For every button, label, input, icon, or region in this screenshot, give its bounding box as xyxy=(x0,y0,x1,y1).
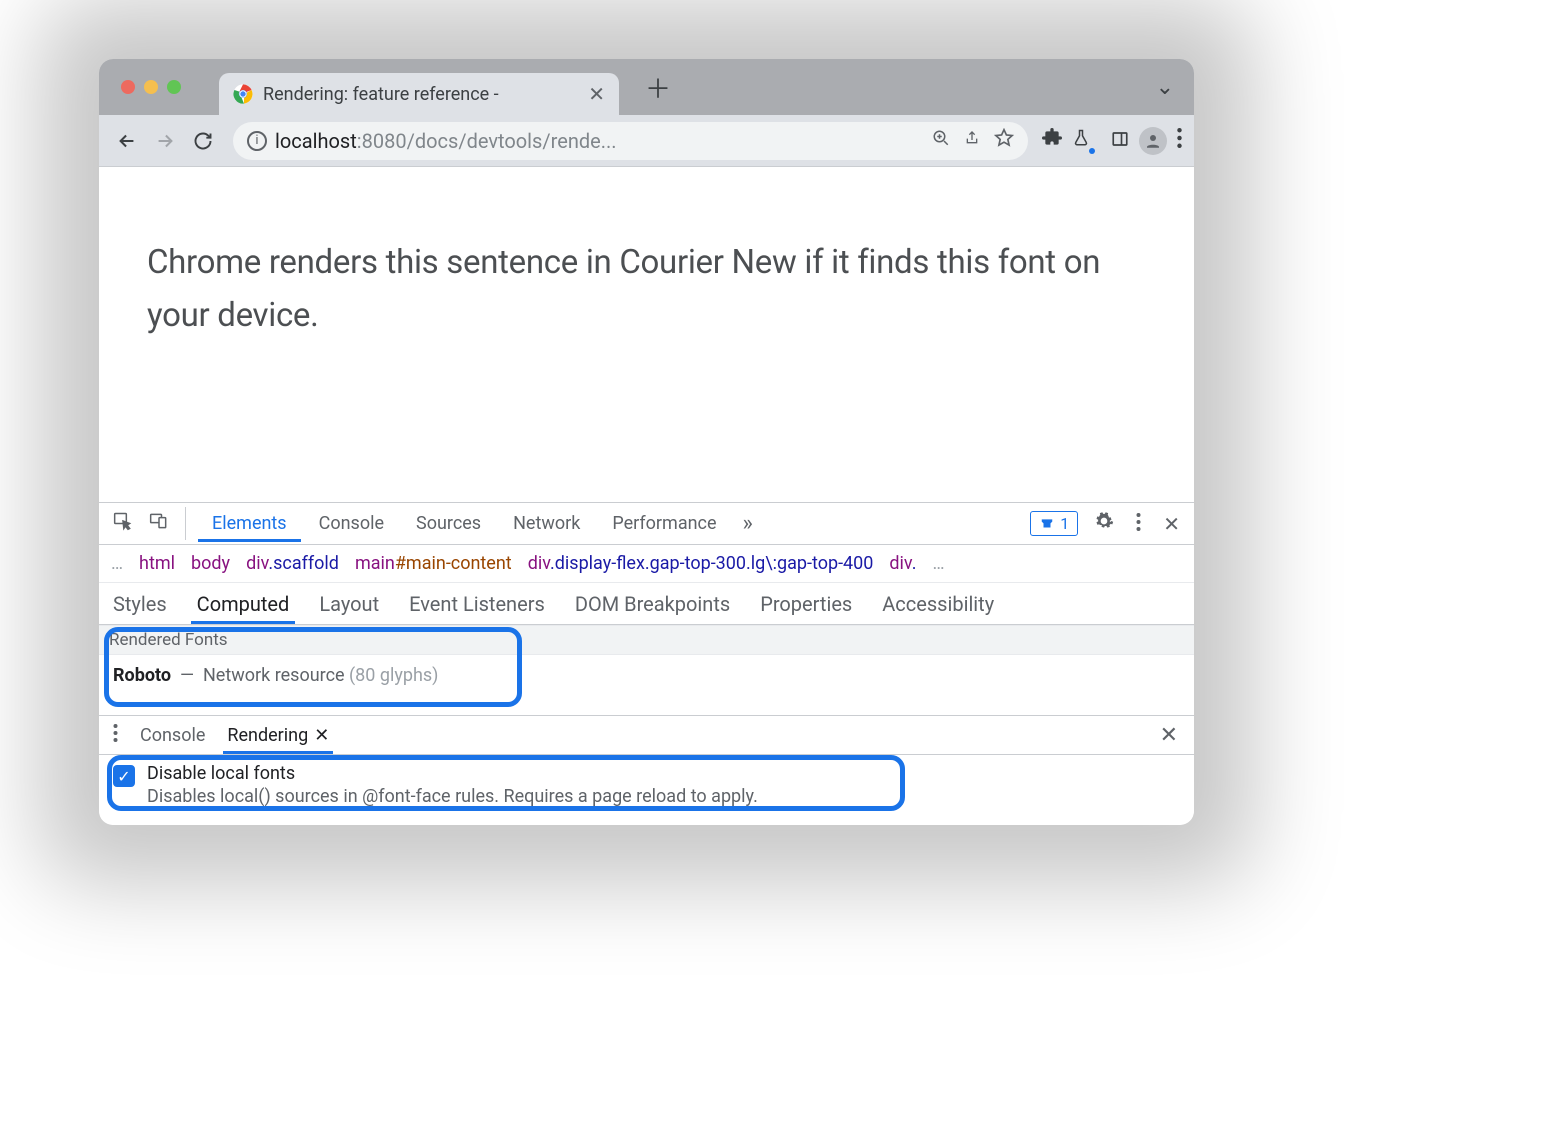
forward-button[interactable] xyxy=(149,125,181,157)
window-minimize-button[interactable] xyxy=(144,80,158,94)
inspect-icon[interactable] xyxy=(107,507,139,540)
new-tab-button[interactable]: ＋ xyxy=(645,69,671,106)
elements-side-tabs: Styles Computed Layout Event Listeners D… xyxy=(99,583,1194,625)
devtools-panel: Elements Console Sources Network Perform… xyxy=(99,502,1194,825)
disable-local-fonts-label: Disable local fonts xyxy=(147,763,758,784)
breadcrumb-item[interactable]: div. xyxy=(889,553,916,574)
drawer-menu-icon[interactable] xyxy=(109,724,122,747)
drawer-tab-rendering[interactable]: Rendering ✕ xyxy=(223,717,333,754)
page-viewport: Chrome renders this sentence in Courier … xyxy=(99,167,1194,502)
font-glyphs: (80 glyphs) xyxy=(349,665,438,686)
side-panel-icon[interactable] xyxy=(1111,129,1129,153)
bookmark-star-icon[interactable] xyxy=(994,128,1014,153)
tab-title: Rendering: feature reference - xyxy=(263,84,574,105)
browser-tab[interactable]: Rendering: feature reference - ✕ xyxy=(219,73,619,115)
site-info-icon[interactable]: i xyxy=(247,131,267,151)
browser-window: Rendering: feature reference - ✕ ＋ ⌄ i l… xyxy=(99,59,1194,825)
breadcrumb-item[interactable]: div.scaffold xyxy=(246,553,339,574)
extensions-icon[interactable] xyxy=(1042,128,1062,153)
labs-icon[interactable] xyxy=(1072,128,1101,153)
chrome-menu-icon[interactable] xyxy=(1177,128,1182,153)
rendered-fonts-header: Rendered Fonts xyxy=(99,625,1194,655)
side-tab-styles[interactable]: Styles xyxy=(107,584,173,624)
side-tab-dom-breakpoints[interactable]: DOM Breakpoints xyxy=(569,584,736,624)
devtools-tab-console[interactable]: Console xyxy=(305,505,398,542)
devtools-tab-performance[interactable]: Performance xyxy=(598,505,730,542)
drawer-tab-console[interactable]: Console xyxy=(136,717,209,754)
dom-breadcrumb[interactable]: … html body div.scaffold main#main-conte… xyxy=(99,545,1194,583)
disable-local-fonts-desc: Disables local() sources in @font-face r… xyxy=(147,786,758,807)
devtools-more-tabs-icon[interactable]: » xyxy=(735,511,761,536)
window-controls xyxy=(99,80,181,94)
drawer-tab-bar: Console Rendering ✕ ✕ xyxy=(99,715,1194,755)
address-bar[interactable]: i localhost:8080/docs/devtools/rende... xyxy=(233,122,1028,160)
devtools-tab-network[interactable]: Network xyxy=(499,505,594,542)
side-tab-properties[interactable]: Properties xyxy=(754,584,858,624)
url-text: localhost:8080/docs/devtools/rende... xyxy=(275,129,924,153)
toolbar-right xyxy=(1042,127,1182,155)
side-tab-event-listeners[interactable]: Event Listeners xyxy=(403,584,551,624)
omnibox-actions xyxy=(932,128,1020,153)
share-icon[interactable] xyxy=(964,129,980,152)
window-maximize-button[interactable] xyxy=(167,80,181,94)
drawer-tab-close-icon[interactable]: ✕ xyxy=(314,725,329,746)
breadcrumb-item[interactable]: main#main-content xyxy=(355,553,512,574)
breadcrumb-item[interactable]: html xyxy=(139,553,175,574)
disable-local-fonts-checkbox[interactable]: ✓ xyxy=(113,765,135,787)
breadcrumb-item[interactable]: body xyxy=(191,553,230,574)
rendered-fonts-entry: Roboto — Network resource (80 glyphs) xyxy=(99,655,1194,696)
devtools-close-icon[interactable]: ✕ xyxy=(1157,512,1186,536)
breadcrumb-ellipsis-right[interactable]: … xyxy=(932,553,944,574)
font-name: Roboto xyxy=(113,665,171,686)
devtools-tab-elements[interactable]: Elements xyxy=(198,505,301,542)
side-tab-computed[interactable]: Computed xyxy=(191,584,296,624)
tabs-dropdown-icon[interactable]: ⌄ xyxy=(1156,75,1174,100)
tab-strip: Rendering: feature reference - ✕ ＋ ⌄ xyxy=(99,59,1194,115)
profile-avatar[interactable] xyxy=(1139,127,1167,155)
zoom-icon[interactable] xyxy=(932,129,950,152)
window-close-button[interactable] xyxy=(121,80,135,94)
devtools-tab-sources[interactable]: Sources xyxy=(402,505,495,542)
breadcrumb-ellipsis-left[interactable]: … xyxy=(111,553,123,574)
rendered-fonts-section: Rendered Fonts Roboto — Network resource… xyxy=(99,625,1194,715)
chrome-favicon-icon xyxy=(233,84,253,104)
side-tab-layout[interactable]: Layout xyxy=(313,584,385,624)
breadcrumb-item[interactable]: div.display-flex.gap-top-300.lg\:gap-top… xyxy=(528,553,874,574)
tab-close-button[interactable]: ✕ xyxy=(584,82,609,106)
font-source: Network resource xyxy=(203,665,345,686)
reload-button[interactable] xyxy=(187,125,219,157)
devtools-menu-icon[interactable] xyxy=(1130,512,1147,536)
toolbar: i localhost:8080/docs/devtools/rende... xyxy=(99,115,1194,167)
back-button[interactable] xyxy=(111,125,143,157)
devtools-tab-bar: Elements Console Sources Network Perform… xyxy=(99,503,1194,545)
device-toolbar-icon[interactable] xyxy=(143,507,175,540)
issues-count: 1 xyxy=(1060,514,1069,533)
side-tab-accessibility[interactable]: Accessibility xyxy=(876,584,1000,624)
devtools-settings-icon[interactable] xyxy=(1088,511,1120,536)
issues-badge[interactable]: 1 xyxy=(1030,511,1078,536)
drawer-close-icon[interactable]: ✕ xyxy=(1154,723,1184,748)
disable-local-fonts-row: ✓ Disable local fonts Disables local() s… xyxy=(99,755,1194,815)
page-sample-text: Chrome renders this sentence in Courier … xyxy=(99,167,1194,343)
